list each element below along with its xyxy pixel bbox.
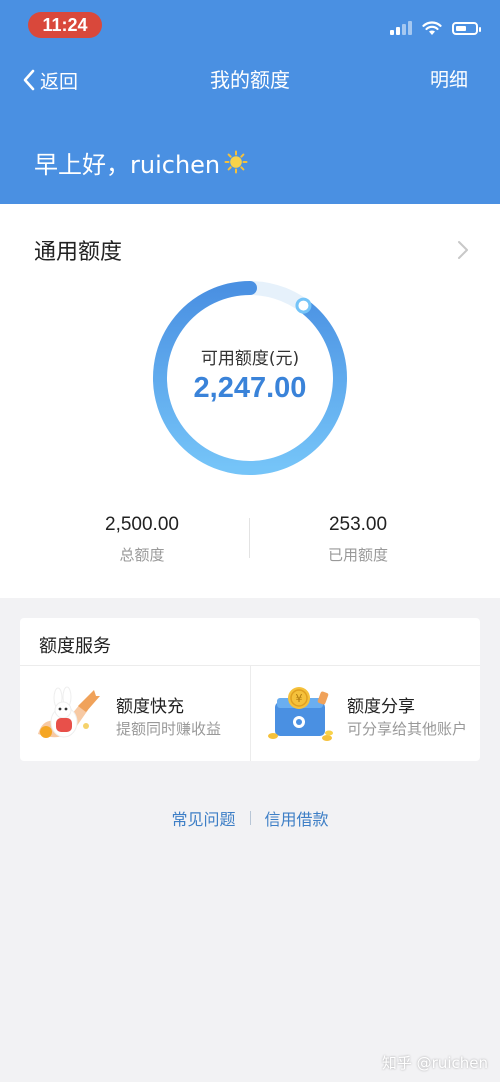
used-quota-value: 253.00 bbox=[328, 514, 388, 535]
back-button[interactable]: 返回 bbox=[22, 64, 78, 96]
wallet-coins-illustration: ¥ bbox=[268, 687, 333, 741]
quota-services-title: 额度服务 bbox=[39, 636, 111, 657]
battery-icon bbox=[452, 21, 481, 35]
cellular-signal-icon bbox=[390, 21, 412, 35]
sun-icon bbox=[224, 150, 248, 174]
greeting: 早上好，ruichen bbox=[34, 144, 248, 180]
header-banner: 11:24 返回 我的额度 明细 早上好，ruichen bbox=[0, 0, 500, 204]
chevron-right-icon[interactable] bbox=[456, 240, 470, 260]
quota-services-card: 额度服务 额度快充 提额同时赚收益 ¥ 额度分享 可分享给其他账户 bbox=[20, 618, 480, 761]
wifi-icon bbox=[422, 20, 442, 35]
watermark: 知乎 @ruichen bbox=[381, 1054, 488, 1072]
used-quota-stat: 253.00 已用额度 bbox=[268, 514, 448, 565]
detail-button[interactable]: 明细 bbox=[430, 64, 468, 96]
available-quota-value: 2,247.00 bbox=[193, 372, 307, 404]
greeting-text: 早上好，ruichen bbox=[34, 150, 221, 179]
available-quota-label: 可用额度(元) bbox=[200, 349, 300, 369]
service-desc: 可分享给其他账户 bbox=[347, 720, 468, 738]
service-desc: 提额同时赚收益 bbox=[116, 720, 222, 738]
rabbit-rocket-illustration bbox=[38, 686, 100, 738]
back-label: 返回 bbox=[40, 70, 79, 93]
total-quota-label: 总额度 bbox=[119, 546, 165, 564]
status-icons bbox=[390, 18, 481, 38]
status-time: 11:24 bbox=[28, 12, 102, 38]
bottom-links: 常见问题 信用借款 bbox=[0, 806, 500, 830]
general-quota-title: 通用额度 bbox=[34, 240, 123, 265]
link-separator bbox=[249, 811, 251, 825]
service-item-quota-share[interactable]: ¥ 额度分享 可分享给其他账户 bbox=[251, 666, 481, 761]
page-title: 我的额度 bbox=[210, 68, 290, 92]
service-name: 额度分享 bbox=[347, 697, 415, 717]
svg-text:¥: ¥ bbox=[296, 692, 303, 705]
service-name: 额度快充 bbox=[116, 697, 184, 717]
credit-loan-link[interactable]: 信用借款 bbox=[265, 806, 329, 830]
used-quota-label: 已用额度 bbox=[327, 546, 388, 564]
total-quota-stat: 2,500.00 总额度 bbox=[52, 514, 232, 565]
total-quota-value: 2,500.00 bbox=[105, 514, 179, 535]
general-quota-card: 通用额度 可用额度(元) 2,247.00 2,500.00 总额度 253.0… bbox=[0, 204, 500, 598]
available-quota-ring: 可用额度(元) 2,247.00 bbox=[148, 276, 352, 480]
service-item-quick-recharge[interactable]: 额度快充 提额同时赚收益 bbox=[20, 666, 250, 761]
chevron-left-icon bbox=[23, 69, 35, 91]
faq-link[interactable]: 常见问题 bbox=[171, 806, 235, 830]
ring-knob bbox=[295, 297, 312, 314]
stat-divider bbox=[249, 518, 250, 558]
